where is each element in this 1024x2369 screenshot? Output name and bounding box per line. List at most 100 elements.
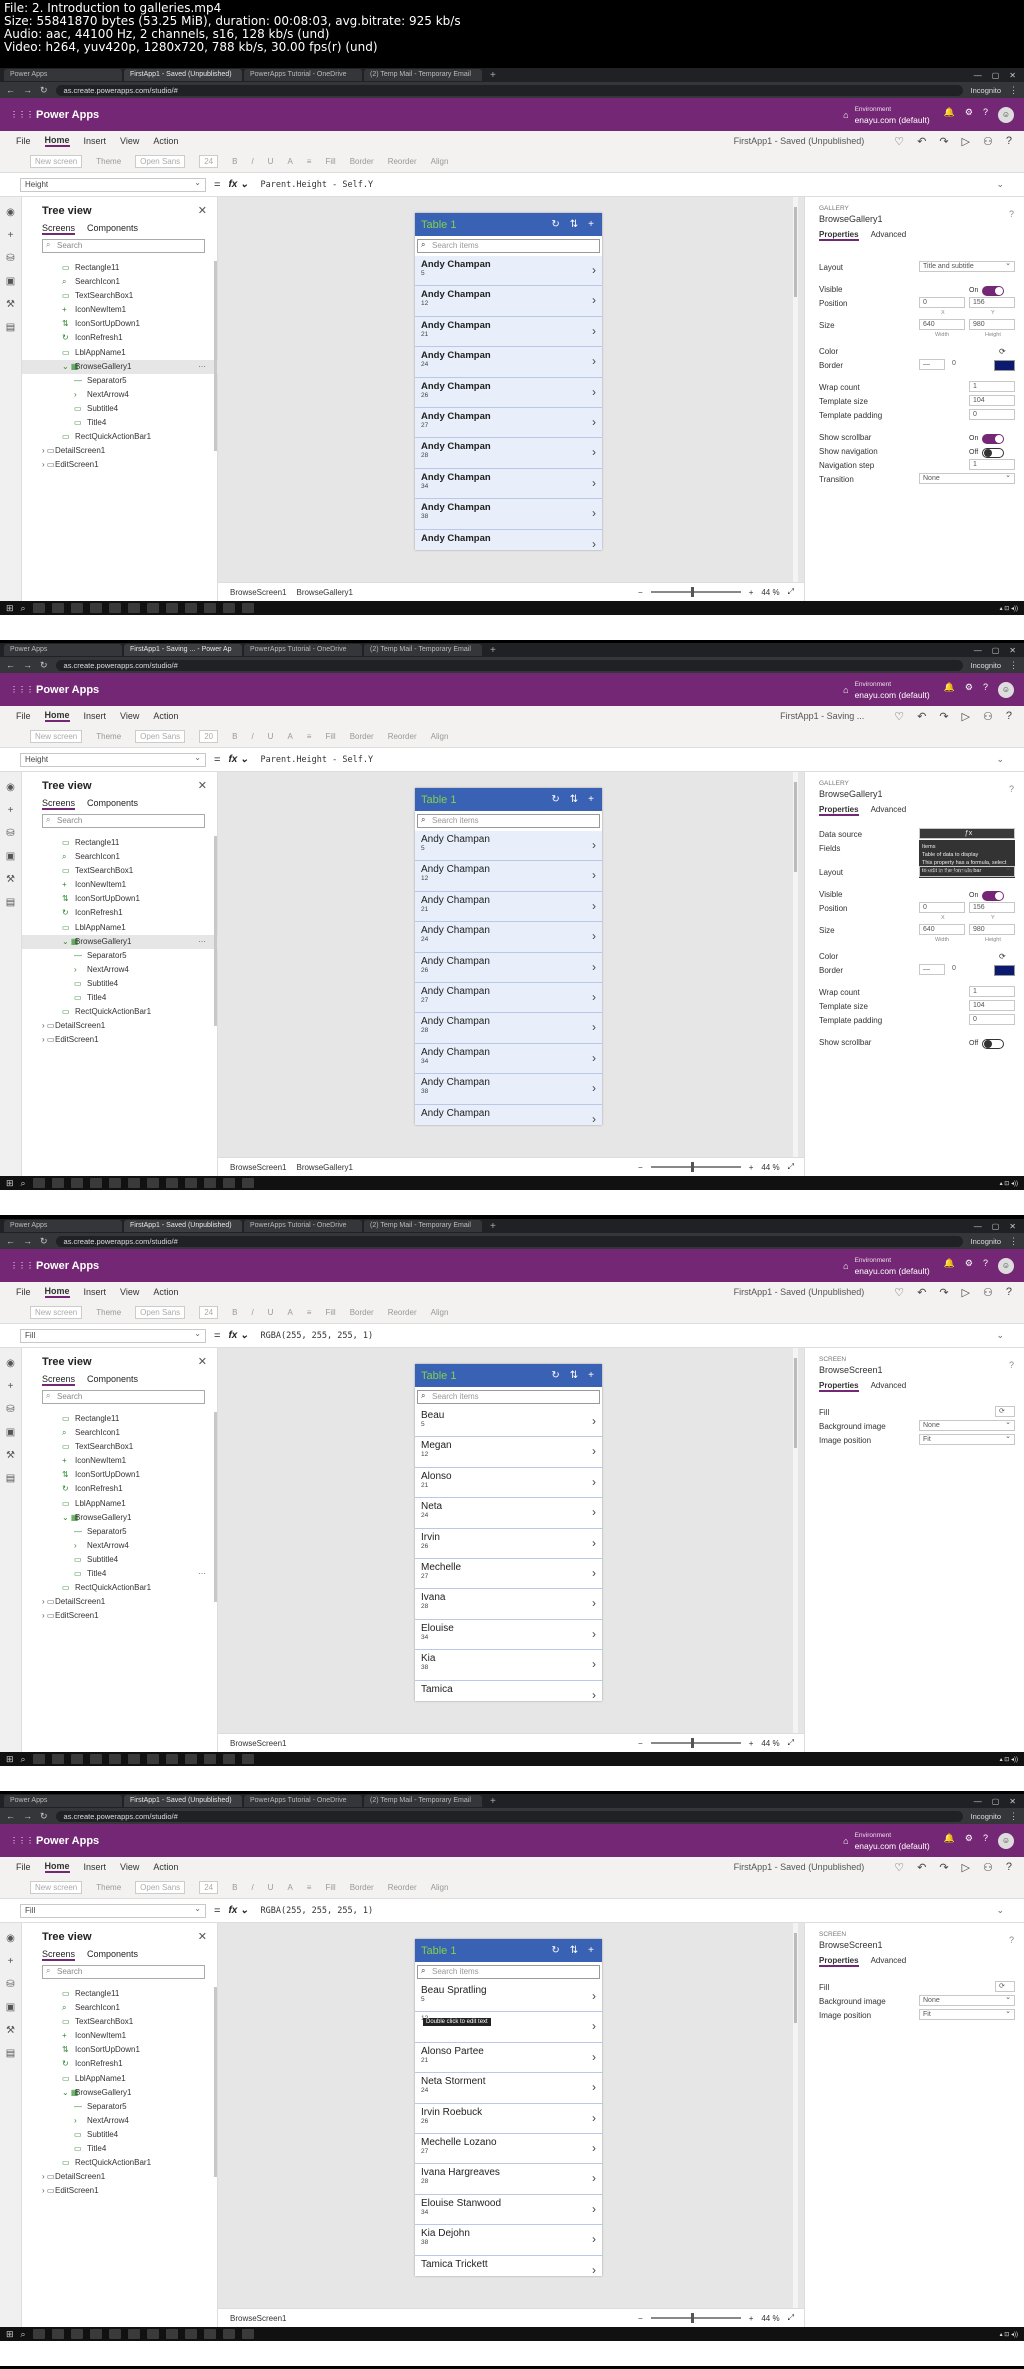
browser-tab[interactable]: Power Apps: [4, 1220, 122, 1232]
breadcrumb-screen[interactable]: BrowseScreen1: [230, 588, 286, 597]
search-items-input[interactable]: Search items: [417, 814, 600, 828]
tab-advanced[interactable]: Advanced: [871, 1956, 907, 1967]
taskbar-app-icon[interactable]: [165, 603, 178, 613]
tree-item[interactable]: › ▭EditScreen1: [22, 1609, 218, 1623]
app-checker-icon[interactable]: ♡: [894, 710, 904, 723]
tree-view-icon[interactable]: ◉: [6, 207, 15, 218]
position-y-field[interactable]: 156: [969, 297, 1015, 308]
zoom-slider[interactable]: [650, 2313, 741, 2323]
reload-icon[interactable]: ↻: [40, 660, 48, 671]
forward-icon[interactable]: →: [23, 1236, 32, 1246]
border-width-field[interactable]: 0: [949, 359, 989, 370]
advanced-tools-icon[interactable]: ⚒: [6, 874, 15, 885]
taskbar-app-icon[interactable]: [165, 1178, 178, 1188]
data-icon[interactable]: ⛁: [6, 1979, 14, 1990]
windows-start-icon[interactable]: ⊞: [6, 1754, 14, 1765]
tree-search-input[interactable]: Search: [42, 1965, 205, 1979]
gallery-item-title[interactable]: Andy Champan: [421, 378, 602, 392]
font-dropdown[interactable]: Open Sans: [135, 1881, 186, 1894]
gallery-item-title[interactable]: Andy Champan: [421, 1105, 602, 1119]
gallery-item-title[interactable]: Andy Champan: [421, 953, 602, 967]
fill-color-picker[interactable]: ⟳: [995, 1406, 1015, 1417]
help-icon[interactable]: ?: [983, 1258, 988, 1274]
navigation-step-field[interactable]: 1: [969, 459, 1015, 470]
back-icon[interactable]: ←: [6, 1811, 15, 1821]
chevron-right-icon[interactable]: ›: [592, 476, 596, 490]
text-align-icon[interactable]: ≡: [307, 732, 312, 741]
new-tab-icon[interactable]: +: [484, 1796, 502, 1807]
avatar[interactable]: ☺: [998, 681, 1014, 698]
help-icon[interactable]: ?: [983, 107, 988, 123]
reload-icon[interactable]: ↻: [40, 85, 48, 96]
help-icon[interactable]: ?: [983, 682, 988, 698]
zoom-out-icon[interactable]: −: [638, 2314, 643, 2323]
variables-icon[interactable]: ▤: [6, 1473, 15, 1484]
height-field[interactable]: 980: [969, 319, 1015, 330]
taskbar-app-icon[interactable]: [127, 1754, 140, 1764]
tree-item[interactable]: ▭ Subtitle4: [22, 977, 218, 991]
fx-icon[interactable]: fx ⌄: [228, 179, 248, 190]
text-align-icon[interactable]: ≡: [307, 157, 312, 166]
menu-insert[interactable]: Insert: [84, 1862, 107, 1872]
zoom-out-icon[interactable]: −: [638, 1163, 643, 1172]
media-icon[interactable]: ▣: [6, 2002, 15, 2013]
share-icon[interactable]: ⚇: [983, 1861, 993, 1874]
tree-item[interactable]: ⇅ IconSortUpDown1: [22, 317, 218, 331]
data-icon[interactable]: ⛁: [6, 1404, 14, 1415]
tree-item[interactable]: › ▭DetailScreen1: [22, 2170, 218, 2184]
chevron-right-icon[interactable]: ›: [592, 1081, 596, 1095]
taskbar-app-icon[interactable]: [51, 1754, 64, 1764]
tab-components[interactable]: Components: [87, 1949, 138, 1961]
tree-view-icon[interactable]: ◉: [6, 1358, 15, 1369]
url-field[interactable]: as.create.powerapps.com/studio/#: [55, 1235, 963, 1247]
environment-picker[interactable]: ⌂ Environment enayu.com (default): [843, 105, 930, 125]
tree-item[interactable]: ▭ TextSearchBox1: [22, 1440, 218, 1454]
chevron-right-icon[interactable]: ›: [592, 354, 596, 368]
tree-item[interactable]: ▭ Title4: [22, 416, 218, 430]
border-button[interactable]: Border: [350, 1308, 374, 1317]
reorder-button[interactable]: Reorder: [388, 732, 417, 741]
taskbar-app-icon[interactable]: [146, 603, 159, 613]
font-dropdown[interactable]: Open Sans: [135, 730, 186, 743]
align-button[interactable]: Align: [431, 1883, 449, 1892]
background-image-dropdown[interactable]: None: [919, 1993, 1015, 2006]
chevron-right-icon[interactable]: ›: [592, 838, 596, 852]
position-x-field[interactable]: 0: [919, 902, 965, 913]
data-source-value[interactable]: ƒx: [919, 828, 1015, 839]
gallery-item-title[interactable]: Kia Dejohn: [421, 2225, 602, 2239]
breadcrumb-screen[interactable]: BrowseScreen1: [230, 1739, 286, 1748]
back-icon[interactable]: ←: [6, 660, 15, 670]
taskbar-app-icon[interactable]: [108, 1754, 121, 1764]
sort-icon[interactable]: ⇅: [570, 1370, 578, 1381]
tree-scrollbar[interactable]: [214, 1412, 217, 1602]
new-screen-button[interactable]: New screen: [30, 155, 83, 168]
chevron-right-icon[interactable]: ›: [592, 1414, 596, 1428]
taskbar-app-icon[interactable]: [146, 1178, 159, 1188]
new-screen-button[interactable]: New screen: [30, 1881, 83, 1894]
tree-item[interactable]: — Separator5: [22, 949, 218, 963]
chevron-right-icon[interactable]: ›: [592, 1475, 596, 1489]
menu-file[interactable]: File: [16, 1287, 31, 1297]
browser-tab[interactable]: FirstApp1 - Saved (Unpublished): [124, 69, 242, 81]
advanced-tools-icon[interactable]: ⚒: [6, 2025, 15, 2036]
redo-icon[interactable]: ↷: [939, 135, 948, 148]
chevron-right-icon[interactable]: ›: [592, 1596, 596, 1610]
chevron-right-icon[interactable]: ›: [592, 537, 596, 550]
border-button[interactable]: Border: [350, 157, 374, 166]
gallery-item[interactable]: Andy Champan 27 ›: [415, 407, 602, 439]
app-screen-preview[interactable]: Table 1↻⇅+Search itemsAndy Champan5›Andy…: [415, 788, 602, 1125]
template-size-field[interactable]: 104: [969, 1000, 1015, 1011]
gallery-item[interactable]: Andy Champan 12 ›: [415, 861, 602, 892]
chevron-right-icon[interactable]: ›: [592, 990, 596, 1004]
gallery-item[interactable]: Andy Champan 12 ›: [415, 286, 602, 317]
bell-icon[interactable]: 🔔: [944, 682, 955, 698]
chevron-right-icon[interactable]: ›: [592, 2080, 596, 2094]
close-icon[interactable]: ✕: [1009, 1222, 1016, 1231]
menu-action[interactable]: Action: [153, 1287, 178, 1297]
fit-screen-icon[interactable]: ⤢: [788, 587, 794, 597]
text-align-icon[interactable]: ≡: [307, 1883, 312, 1892]
undo-icon[interactable]: ↶: [917, 1861, 926, 1874]
fill-button[interactable]: Fill: [325, 157, 335, 166]
menu-view[interactable]: View: [120, 1862, 139, 1872]
app-screen-preview[interactable]: Table 1↻⇅+Search itemsAndy Champan5›Andy…: [415, 213, 602, 550]
